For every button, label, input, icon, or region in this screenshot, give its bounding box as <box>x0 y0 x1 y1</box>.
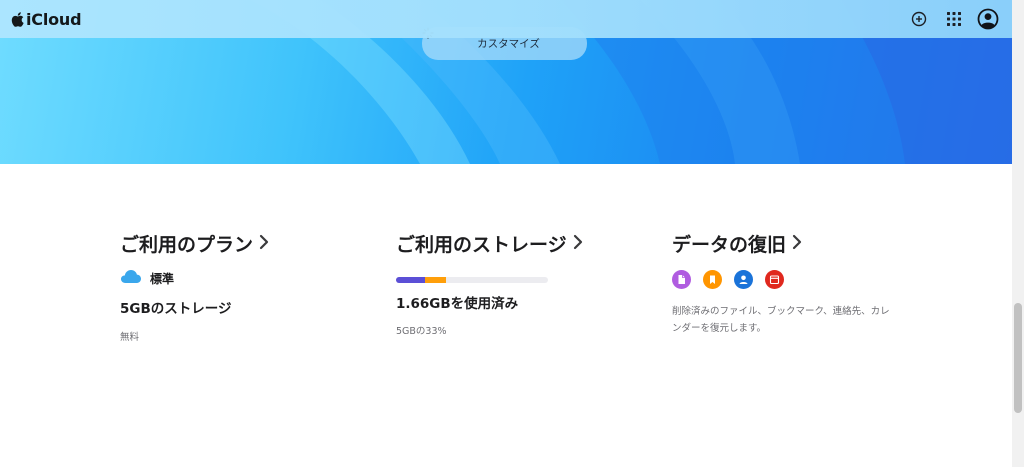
storage-card: ご利用のストレージ 1.66GBを使用済み 5GBの33% <box>396 230 583 337</box>
chevron-right-icon <box>259 233 269 255</box>
storage-used-label: 1.66GBを使用済み <box>396 296 519 312</box>
plan-title: ご利用のプラン <box>120 234 254 256</box>
recovery-title-link[interactable]: データの復旧 <box>672 230 897 257</box>
plan-storage-label: 5GBのストレージ <box>120 301 232 317</box>
storage-title-link[interactable]: ご利用のストレージ <box>396 230 583 257</box>
app-name: iCloud <box>26 9 82 29</box>
top-navigation-bar: iCloud <box>0 0 1012 38</box>
bookmarks-icon[interactable] <box>703 270 722 289</box>
cloud-icon <box>120 269 142 287</box>
plan-tier-row: 標準 <box>120 269 269 287</box>
page-scrollbar[interactable] <box>1012 0 1024 467</box>
storage-bar-segment-b <box>425 277 446 283</box>
customize-label: カスタマイズ <box>477 38 540 50</box>
plan-name: 標準 <box>150 271 175 286</box>
storage-percent-label: 5GBの33% <box>396 326 447 337</box>
calendar-icon[interactable] <box>765 270 784 289</box>
contacts-icon[interactable] <box>734 270 753 289</box>
storage-bar-segment-a <box>396 277 425 283</box>
plus-circle-icon[interactable] <box>908 8 930 30</box>
scrollbar-thumb[interactable] <box>1014 303 1022 413</box>
recovery-description: 削除済みのファイル、ブックマーク、連絡先、カレンダーを復元します。 <box>672 306 890 334</box>
storage-usage-bar <box>396 277 548 283</box>
chevron-right-icon <box>792 233 802 255</box>
files-icon[interactable] <box>672 270 691 289</box>
icloud-logo[interactable]: iCloud <box>11 9 82 29</box>
plan-card: ご利用のプラン 標準 5GBのストレージ 無料 <box>120 230 269 343</box>
recovery-title: データの復旧 <box>672 234 787 256</box>
plan-title-link[interactable]: ご利用のプラン <box>120 230 269 257</box>
app-grid-icon[interactable] <box>943 8 965 30</box>
recovery-icon-row <box>672 270 897 289</box>
storage-title: ご利用のストレージ <box>396 234 567 256</box>
data-recovery-card: データの復旧 削除済みのファイル、ブックマーク、連絡先、カレンダーを復元します。 <box>672 230 897 337</box>
chevron-right-icon <box>573 233 583 255</box>
apple-logo-icon <box>11 11 24 27</box>
plan-price: 無料 <box>120 332 140 343</box>
account-icon[interactable] <box>977 8 999 30</box>
